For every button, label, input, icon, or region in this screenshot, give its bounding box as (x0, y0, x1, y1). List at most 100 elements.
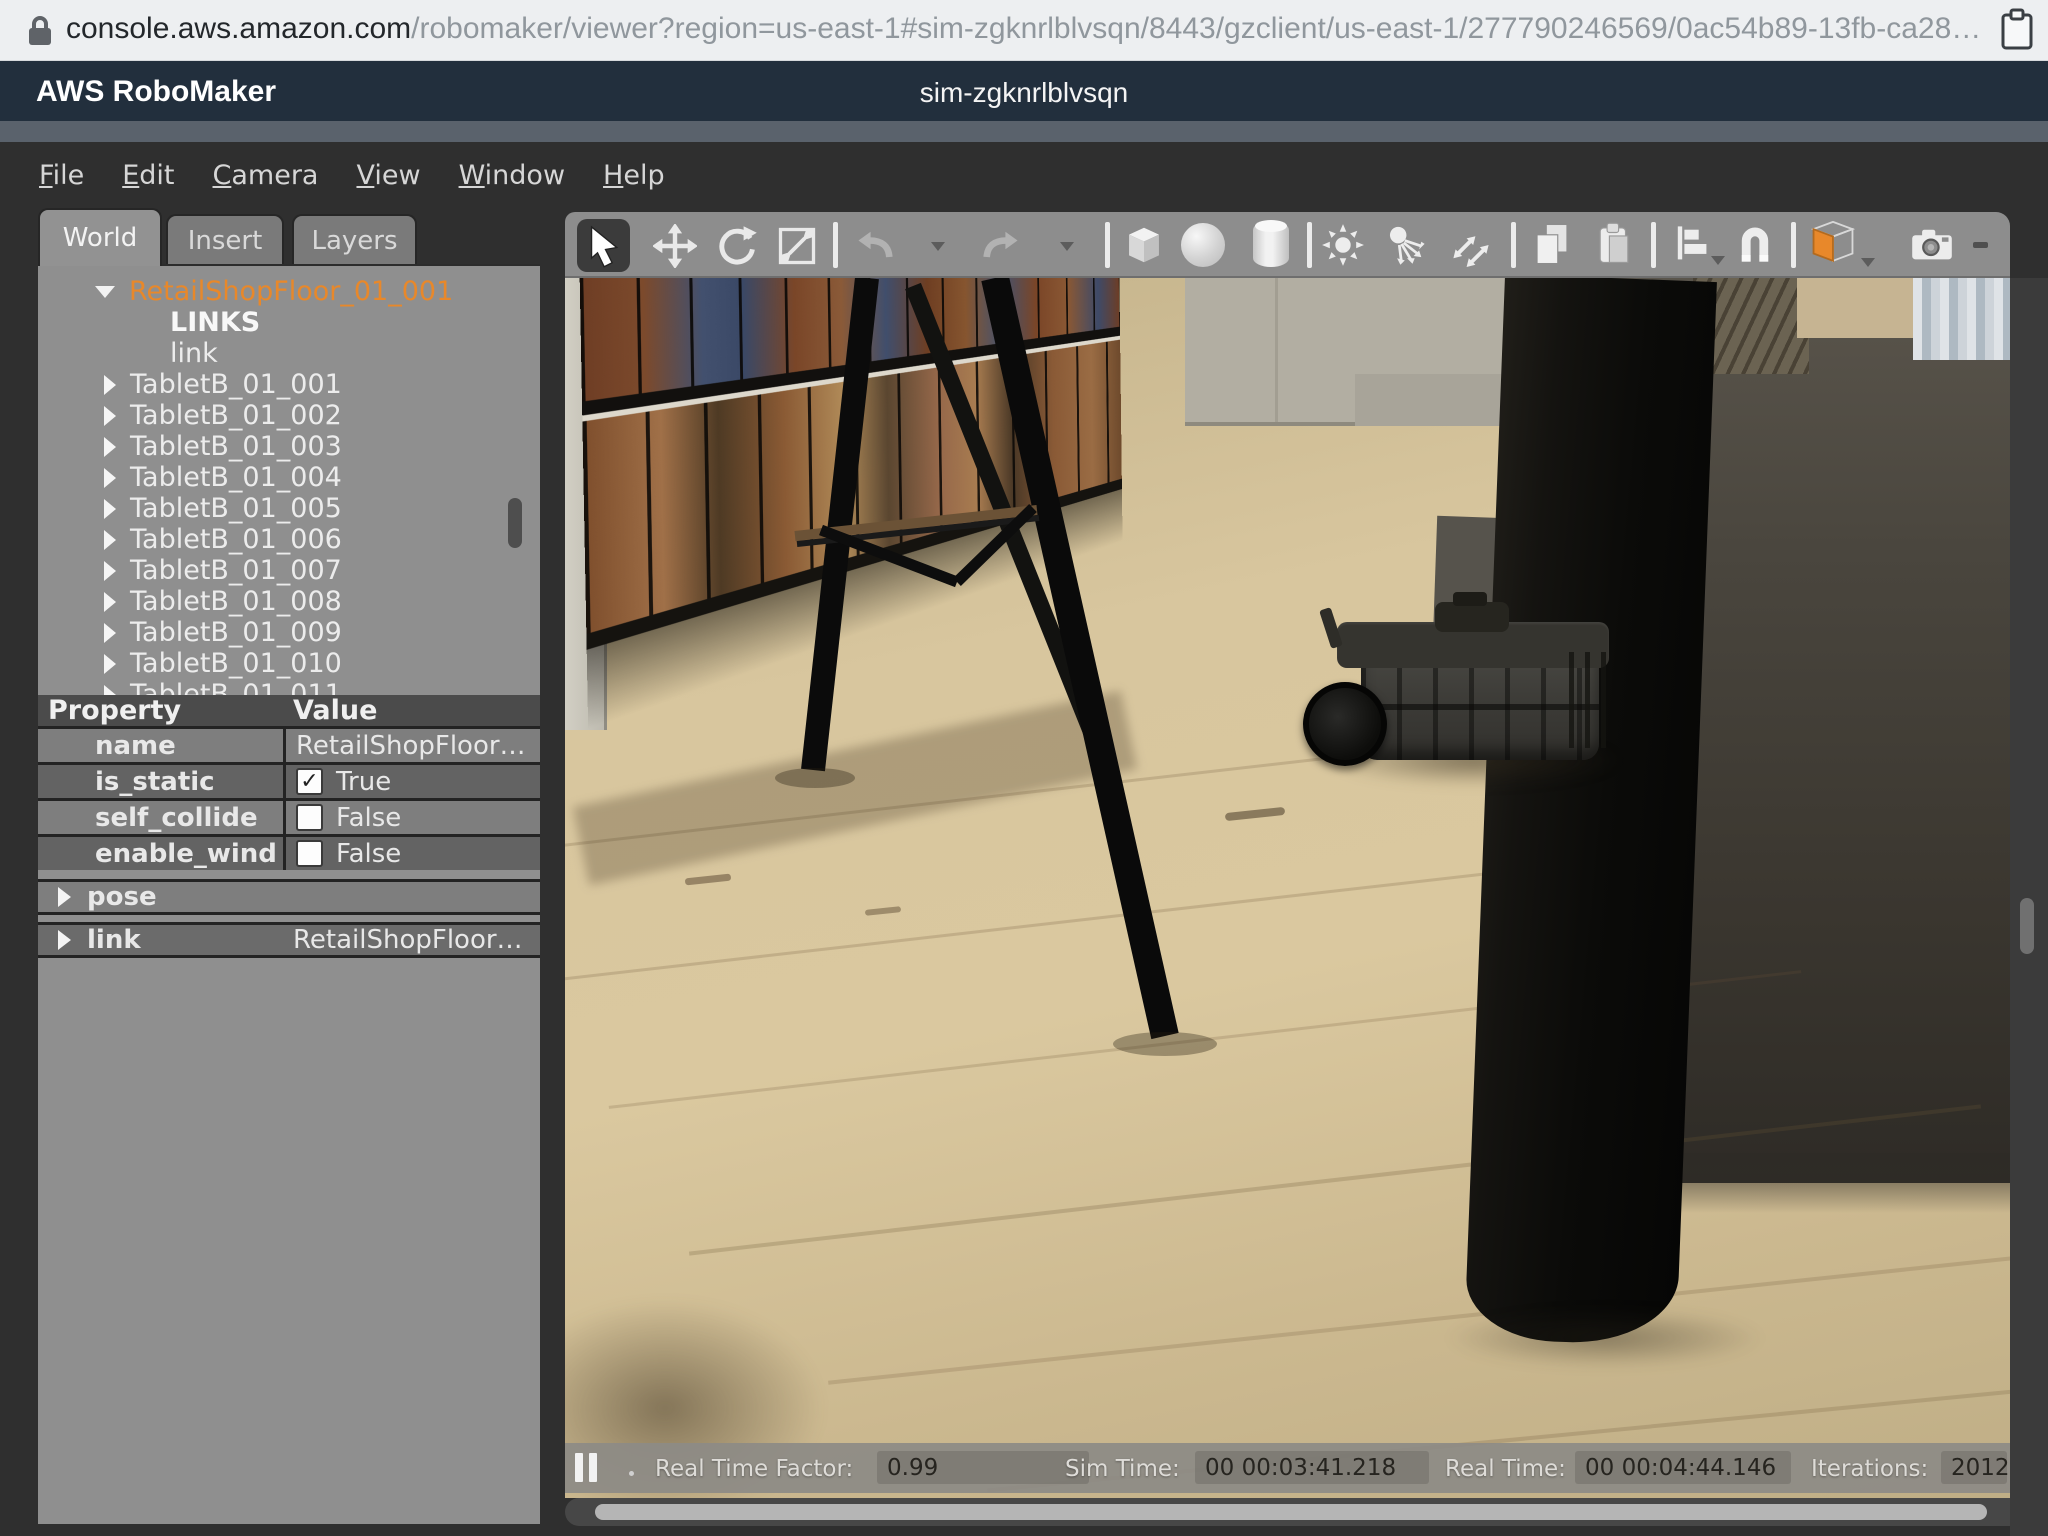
tree-scrollbar-thumb[interactable] (508, 498, 522, 548)
property-row-enable-wind[interactable]: enable_wind False (38, 834, 540, 870)
menu-window[interactable]: Window (459, 160, 565, 191)
sim-time-label: Sim Time: (1065, 1456, 1180, 1482)
select-mode-icon[interactable] (577, 219, 630, 272)
tree-item-root[interactable]: RetailShopFloor_01_001 (38, 276, 540, 307)
align-dropdown-caret[interactable] (1711, 256, 1725, 265)
caret-right-icon[interactable] (104, 530, 116, 550)
copy-icon[interactable] (1529, 221, 1573, 265)
caret-right-icon[interactable] (58, 887, 71, 907)
checkbox-checked[interactable]: ✓ (296, 768, 323, 795)
tree-item[interactable]: TabletB_01_002 (38, 400, 540, 431)
translate-mode-icon[interactable] (653, 224, 697, 268)
caret-down-icon[interactable] (95, 286, 115, 298)
caret-right-icon[interactable] (104, 654, 116, 674)
tree-item-links-header[interactable]: LINKS (38, 307, 540, 338)
tree-item-label: TabletB_01_006 (130, 524, 342, 555)
tree-item[interactable]: TabletB_01_003 (38, 431, 540, 462)
property-value: RetailShopFloor… (283, 729, 540, 762)
caret-right-icon[interactable] (104, 499, 116, 519)
property-row-link[interactable]: link RetailShopFloor… (38, 922, 540, 958)
view-angle-icon[interactable] (1805, 218, 1861, 272)
app-title: AWS RoboMaker (36, 75, 276, 109)
redo-dropdown-caret[interactable] (1060, 242, 1074, 251)
insert-sphere-icon[interactable] (1181, 223, 1225, 267)
undo-dropdown-caret[interactable] (931, 242, 945, 251)
menu-edit[interactable]: Edit (122, 160, 174, 191)
horizontal-scrollbar-thumb[interactable] (595, 1504, 1987, 1520)
tree-item[interactable]: TabletB_01_008 (38, 586, 540, 617)
snap-magnet-icon[interactable] (1733, 222, 1777, 266)
caret-right-icon[interactable] (58, 930, 71, 950)
caret-right-icon[interactable] (104, 406, 116, 426)
insert-cylinder-icon[interactable] (1253, 221, 1289, 267)
tree-item[interactable]: TabletB_01_004 (38, 462, 540, 493)
caret-right-icon[interactable] (104, 375, 116, 395)
property-row-pose[interactable]: pose (38, 879, 540, 915)
clipboard-icon[interactable] (1998, 8, 2036, 52)
rotate-mode-icon[interactable] (715, 224, 759, 268)
tab-world[interactable]: World (38, 208, 162, 266)
tab-insert[interactable]: Insert (166, 214, 284, 266)
caret-right-icon[interactable] (104, 623, 116, 643)
toolbar-separator (1651, 222, 1656, 268)
tree-item[interactable]: TabletB_01_005 (38, 493, 540, 524)
redo-icon[interactable] (979, 224, 1023, 268)
pause-button[interactable] (575, 1453, 609, 1483)
caret-right-icon[interactable] (104, 468, 116, 488)
browser-url-bar[interactable]: console.aws.amazon.com/robomaker/viewer?… (0, 0, 2048, 61)
menu-view[interactable]: View (356, 160, 420, 191)
scale-mode-icon[interactable] (775, 224, 819, 268)
tab-layers[interactable]: Layers (292, 214, 417, 266)
paste-icon[interactable] (1591, 221, 1635, 265)
caret-right-icon[interactable] (104, 685, 116, 696)
align-icon[interactable] (1669, 222, 1713, 266)
tree-item[interactable]: TabletB_01_001 (38, 369, 540, 400)
property-value: False (283, 837, 540, 870)
toolbar-separator (1105, 222, 1110, 268)
scene-tree[interactable]: RetailShopFloor_01_001 LINKS link Tablet… (38, 266, 540, 695)
url-host: console.aws.amazon.com (66, 12, 411, 45)
horizontal-scrollbar[interactable] (565, 1498, 2010, 1526)
view-angle-dropdown-caret[interactable] (1861, 258, 1875, 267)
iterations-label: Iterations: (1811, 1456, 1928, 1482)
property-row-is-static[interactable]: is_static ✓ True (38, 762, 540, 798)
tree-item-label: TabletB_01_010 (130, 648, 342, 679)
property-row-self-collide[interactable]: self_collide False (38, 798, 540, 834)
spot-light-icon[interactable] (1385, 223, 1429, 267)
url-path: /robomaker/viewer?region=us-east-1#sim-z… (411, 12, 1981, 45)
tree-item[interactable]: TabletB_01_011 (38, 679, 540, 695)
vertical-scrollbar-thumb[interactable] (2020, 898, 2034, 954)
tree-item[interactable]: TabletB_01_006 (38, 524, 540, 555)
menu-bar: File Edit Camera View Window Help (39, 142, 665, 208)
tree-item-label: TabletB_01_003 (130, 431, 342, 462)
caret-right-icon[interactable] (104, 592, 116, 612)
tree-item[interactable]: TabletB_01_009 (38, 617, 540, 648)
menu-help[interactable]: Help (603, 160, 665, 191)
desktop-strip (0, 121, 2048, 142)
caret-right-icon[interactable] (104, 437, 116, 457)
simulation-3d-canvas[interactable]: Real Time Factor: 0.99 Sim Time: 00 00:0… (565, 278, 2010, 1498)
menu-file[interactable]: File (39, 160, 84, 191)
insert-box-icon[interactable] (1121, 222, 1165, 266)
link-label: link (87, 925, 141, 955)
tree-item-link[interactable]: link (38, 338, 540, 369)
property-column-header: Property (38, 695, 283, 726)
directional-light-icon[interactable] (1449, 223, 1493, 267)
dark-pillar (1464, 278, 1717, 1346)
robot-lidar (1435, 602, 1509, 632)
toolbar-overflow-dash[interactable] (1973, 242, 1988, 248)
left-panel: World Insert Layers RetailShopFloor_01_0… (38, 208, 540, 1524)
caret-right-icon[interactable] (104, 561, 116, 581)
point-light-icon[interactable] (1321, 223, 1365, 267)
undo-icon[interactable] (853, 224, 897, 268)
url-text[interactable]: console.aws.amazon.com/robomaker/viewer?… (66, 12, 1981, 46)
menu-camera[interactable]: Camera (213, 160, 319, 191)
screenshot-camera-icon[interactable] (1907, 222, 1957, 266)
tree-item-label: TabletB_01_011 (130, 679, 342, 695)
checkbox-unchecked[interactable] (296, 804, 323, 831)
property-row-name[interactable]: name RetailShopFloor… (38, 726, 540, 762)
tree-item[interactable]: TabletB_01_007 (38, 555, 540, 586)
checkbox-unchecked[interactable] (296, 840, 323, 867)
tree-item[interactable]: TabletB_01_010 (38, 648, 540, 679)
tree-item-label: TabletB_01_001 (130, 369, 342, 400)
